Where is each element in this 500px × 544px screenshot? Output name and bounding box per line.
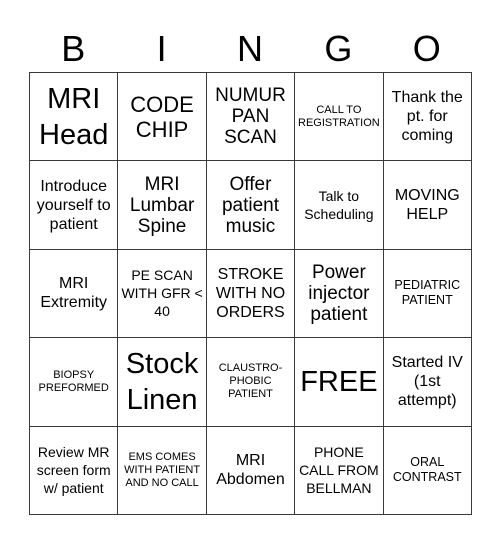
bingo-cell[interactable]: ORAL CONTRAST: [382, 425, 472, 515]
bingo-cell[interactable]: CALL TO REGISTRATION: [294, 71, 384, 162]
bingo-cell[interactable]: Introduce yourself to patient: [28, 160, 119, 250]
cell-label: Thank the pt. for coming: [391, 89, 463, 145]
bingo-row: BIOPSY PREFORMED Stock Linen CLAUSTRO-PHOB…: [28, 337, 472, 427]
bingo-row: MRI Head CODE CHIP NUMUR PAN SCAN CALL TO R…: [28, 71, 472, 162]
bingo-cell[interactable]: PHONE CALL FROM BELLMAN: [294, 425, 384, 515]
bingo-row: Introduce yourself to patient MRI Lumbar …: [28, 160, 472, 250]
cell-label: NUMUR PAN SCAN: [215, 85, 286, 149]
cell-label: PHONE CALL FROM BELLMAN: [299, 444, 379, 497]
bingo-cell[interactable]: Talk to Scheduling: [294, 160, 384, 250]
bingo-grid: MRI Head CODE CHIP NUMUR PAN SCAN CALL TO R…: [28, 71, 472, 515]
bingo-cell[interactable]: BIOPSY PREFORMED: [28, 337, 119, 427]
cell-label: CLAUSTRO-PHOBIC PATIENT: [218, 362, 283, 401]
cell-label: PE SCAN WITH GFR < 40: [121, 267, 203, 320]
cell-label: ORAL CONTRAST: [392, 455, 462, 485]
bingo-cell[interactable]: STROKE WITH NO ORDERS: [205, 248, 296, 339]
bingo-row: MRI Extremity PE SCAN WITH GFR < 40 STROKE…: [28, 248, 472, 339]
header-letter-i: I: [156, 28, 167, 69]
cell-label: Talk to Scheduling: [304, 188, 374, 223]
header-letter-o: O: [412, 28, 441, 69]
bingo-cell[interactable]: Started IV (1st attempt): [382, 337, 472, 427]
bingo-cell[interactable]: NUMUR PAN SCAN: [205, 71, 296, 162]
bingo-cell[interactable]: Thank the pt. for coming: [382, 71, 472, 162]
bingo-cell[interactable]: Offer patient music: [205, 160, 296, 250]
cell-label: MRI Abdomen: [216, 452, 285, 489]
cell-label: MRI Lumbar Spine: [129, 173, 195, 237]
bingo-cell[interactable]: Power injector patient: [294, 248, 384, 339]
bingo-cell[interactable]: PE SCAN WITH GFR < 40: [117, 248, 207, 339]
bingo-cell[interactable]: Review MR screen form w/ patient: [28, 425, 119, 515]
cell-label: MOVING HELP: [394, 187, 460, 224]
cell-label: FREE: [300, 365, 378, 398]
header-letter-b: B: [61, 28, 86, 69]
bingo-cell[interactable]: EMS COMES WITH PATIENT AND NO CALL: [117, 425, 207, 515]
cell-label: Offer patient music: [221, 173, 279, 237]
bingo-cell[interactable]: MOVING HELP: [382, 160, 472, 250]
bingo-cell[interactable]: MRI Lumbar Spine: [117, 160, 207, 250]
cell-label: MRI Head: [39, 82, 109, 151]
cell-label: CODE CHIP: [130, 91, 194, 142]
bingo-cell[interactable]: Stock Linen: [117, 337, 207, 427]
cell-label: CALL TO REGISTRATION: [298, 103, 380, 129]
bingo-row: Review MR screen form w/ patient EMS COME…: [28, 425, 472, 515]
cell-label: MRI Extremity: [40, 275, 108, 312]
cell-label: EMS COMES WITH PATIENT AND NO CALL: [124, 450, 201, 489]
cell-label: Introduce yourself to patient: [36, 177, 111, 233]
free-space-cell[interactable]: FREE: [294, 337, 384, 427]
header-letter-n: N: [236, 28, 263, 69]
bingo-cell[interactable]: MRI Extremity: [28, 248, 119, 339]
cell-label: PEDIATRIC PATIENT: [394, 278, 461, 308]
bingo-cell[interactable]: PEDIATRIC PATIENT: [382, 248, 472, 339]
bingo-cell[interactable]: CODE CHIP: [117, 71, 207, 162]
bingo-cell[interactable]: MRI Head: [28, 71, 119, 162]
cell-label: Started IV (1st attempt): [391, 354, 463, 410]
bingo-header: B I N G O: [29, 26, 471, 72]
cell-label: Power injector patient: [308, 261, 370, 325]
cell-label: BIOPSY PREFORMED: [38, 368, 109, 394]
bingo-cell[interactable]: CLAUSTRO-PHOBIC PATIENT: [205, 337, 296, 427]
cell-label: STROKE WITH NO ORDERS: [215, 265, 286, 321]
cell-label: Review MR screen form w/ patient: [36, 444, 111, 497]
header-letter-g: G: [324, 28, 353, 69]
bingo-cell[interactable]: MRI Abdomen: [205, 425, 296, 515]
cell-label: Stock Linen: [125, 347, 199, 416]
